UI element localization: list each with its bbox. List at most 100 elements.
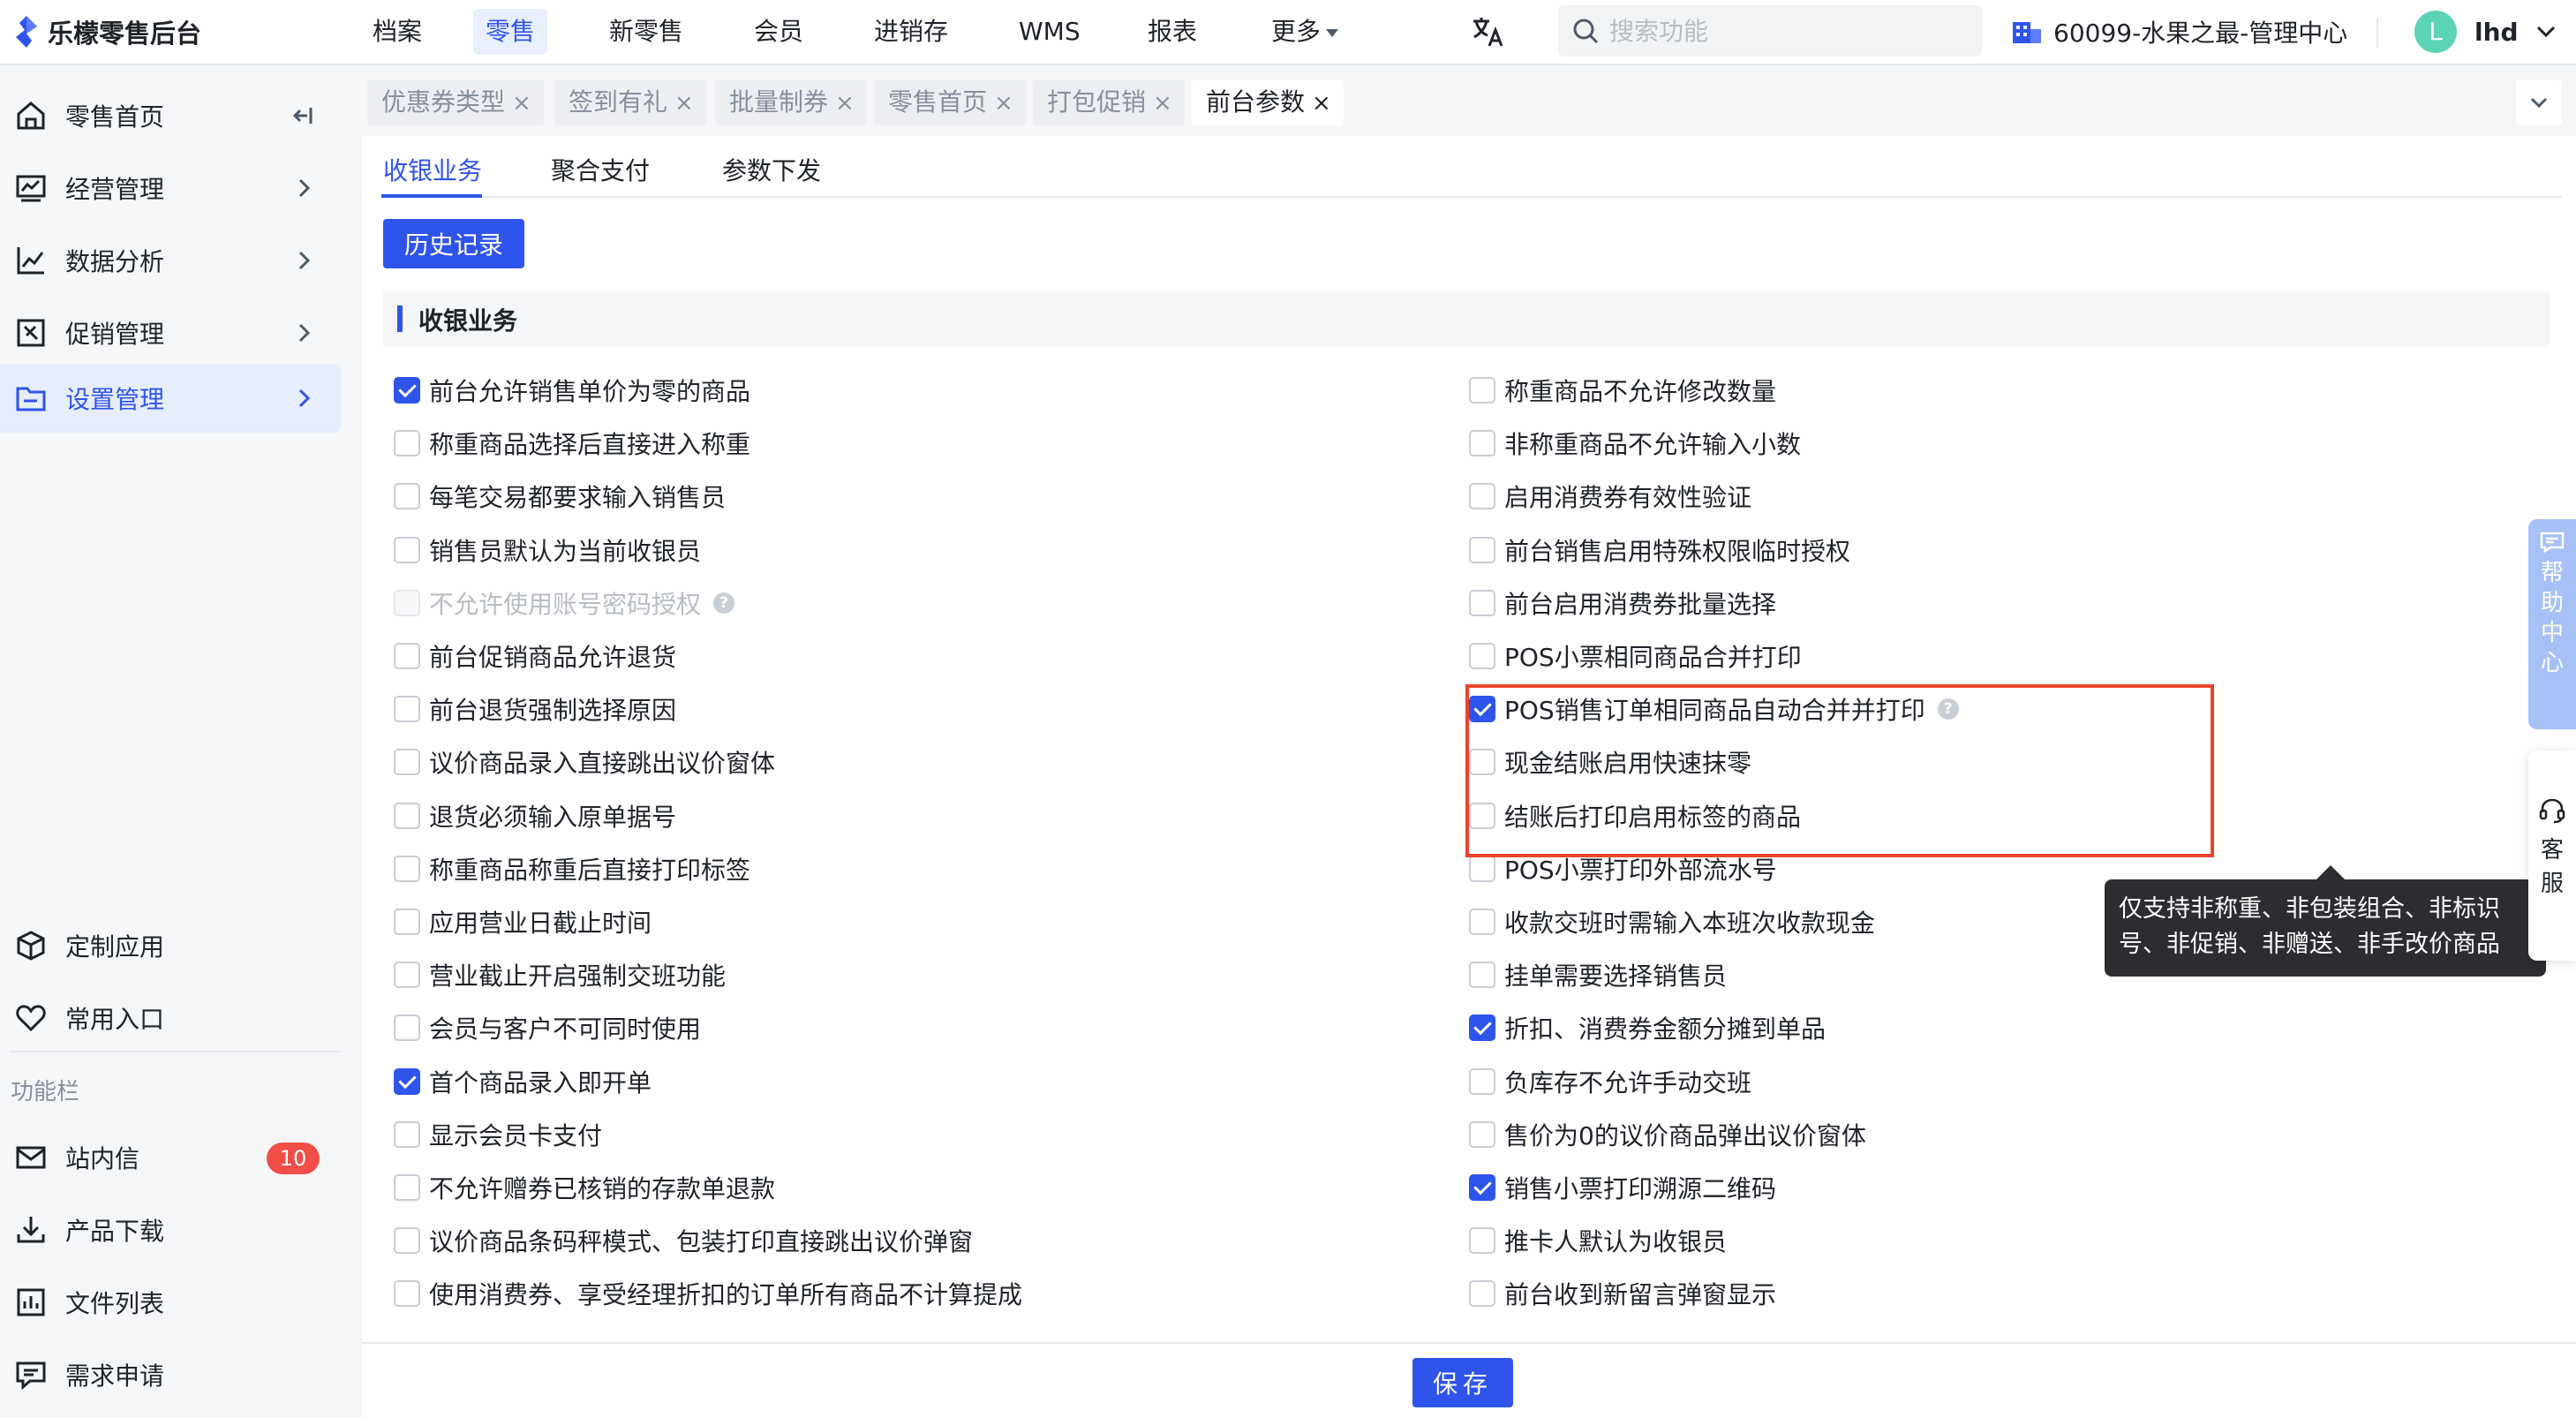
option-row[interactable]: 议价商品录入直接跳出议价窗体 (394, 743, 775, 781)
tab-cashier-business[interactable]: 收银业务 (383, 152, 482, 187)
page-tab-batch-coupon[interactable]: 批量制券 × (715, 79, 867, 125)
option-checkbox[interactable] (1469, 1014, 1495, 1041)
sidebar-item-promotion[interactable]: 促销管理 (0, 298, 341, 367)
history-button[interactable]: 历史记录 (383, 219, 524, 268)
option-checkbox[interactable] (394, 537, 420, 563)
page-tab-coupon-type[interactable]: 优惠券类型 × (367, 79, 544, 125)
option-row[interactable]: 负库存不允许手动交班 (1469, 1062, 1751, 1101)
option-checkbox[interactable] (394, 430, 420, 456)
option-row[interactable]: 会员与客户不可同时使用 (394, 1008, 701, 1047)
option-row[interactable]: 销售员默认为当前收银员 (394, 531, 701, 569)
option-checkbox[interactable] (394, 696, 420, 722)
option-checkbox[interactable] (1469, 430, 1495, 456)
option-checkbox[interactable] (394, 749, 420, 775)
option-checkbox[interactable] (1469, 377, 1495, 404)
option-row[interactable]: 前台促销商品允许退货 (394, 637, 676, 675)
option-checkbox[interactable] (1469, 856, 1495, 882)
option-checkbox[interactable] (394, 1014, 420, 1041)
sidebar-item-home[interactable]: 零售首页 (0, 81, 341, 150)
save-button[interactable]: 保存 (1412, 1358, 1513, 1407)
sidebar-item-files[interactable]: 文件列表 (0, 1268, 341, 1337)
topnav-item-lingshou[interactable]: 零售 (473, 9, 548, 55)
option-row[interactable]: 营业截止开启强制交班功能 (394, 955, 726, 994)
option-checkbox[interactable] (394, 1227, 420, 1254)
topnav-item-baobiao[interactable]: 报表 (1135, 9, 1209, 55)
store-selector[interactable]: 60099-水果之最-管理中心 (2011, 11, 2347, 53)
option-row[interactable]: 首个商品录入即开单 (394, 1062, 652, 1101)
sidebar-item-downloads[interactable]: 产品下载 (0, 1195, 341, 1264)
option-row[interactable]: 推卡人默认为收银员 (1469, 1221, 1727, 1260)
page-tab-bundle-promo[interactable]: 打包促销 × (1033, 79, 1185, 125)
page-tab-retail-home[interactable]: 零售首页 × (874, 79, 1026, 125)
brand[interactable]: 乐檬零售后台 (12, 14, 201, 49)
close-icon[interactable]: × (835, 80, 855, 126)
sidebar-item-messages[interactable]: 站内信 10 (0, 1123, 341, 1192)
option-row[interactable]: 使用消费券、享受经理折扣的订单所有商品不计算提成 (394, 1274, 1022, 1313)
option-checkbox[interactable] (1469, 590, 1495, 616)
option-row[interactable]: 收款交班时需输入本班次收款现金 (1469, 902, 1875, 941)
option-checkbox[interactable] (1469, 1121, 1495, 1148)
option-row[interactable]: 不允许赠券已核销的存款单退款 (394, 1168, 775, 1207)
tab-param-distribution[interactable]: 参数下发 (722, 152, 821, 187)
option-row[interactable]: 议价商品条码秤模式、包装打印直接跳出议价弹窗 (394, 1221, 973, 1260)
option-row[interactable]: 启用消费券有效性验证 (1469, 477, 1751, 516)
option-row[interactable]: 应用营业日截止时间 (394, 902, 652, 941)
option-row[interactable]: 非称重商品不允许输入小数 (1469, 424, 1801, 463)
close-icon[interactable]: × (512, 80, 531, 126)
collapse-sidebar-icon[interactable] (291, 102, 318, 129)
option-checkbox[interactable] (394, 962, 420, 988)
option-row[interactable]: 退货必须输入原单据号 (394, 796, 676, 835)
translate-icon[interactable] (1470, 14, 1505, 49)
option-row[interactable]: 售价为0的议价商品弹出议价窗体 (1469, 1115, 1866, 1154)
close-icon[interactable]: × (674, 80, 694, 126)
option-row[interactable]: 显示会员卡支付 (394, 1115, 602, 1154)
topnav-item-dangan[interactable]: 档案 (360, 9, 434, 55)
topnav-item-jinxiaocun[interactable]: 进销存 (862, 9, 960, 55)
topnav-item-xinlingshou[interactable]: 新零售 (597, 9, 696, 55)
topnav-item-more[interactable]: 更多 (1259, 9, 1351, 55)
option-checkbox[interactable] (394, 483, 420, 509)
option-row[interactable]: 前台启用消费券批量选择 (1469, 584, 1776, 622)
close-icon[interactable]: × (1312, 80, 1331, 126)
option-row[interactable]: POS小票相同商品合并打印 (1469, 637, 1802, 675)
sidebar-item-favorites[interactable]: 常用入口 (0, 984, 341, 1052)
option-checkbox[interactable] (394, 643, 420, 669)
option-checkbox[interactable] (1469, 1227, 1495, 1254)
option-checkbox[interactable] (1469, 537, 1495, 563)
tab-aggregate-payment[interactable]: 聚合支付 (551, 152, 650, 187)
customer-service-button[interactable]: 客服 (2528, 750, 2576, 961)
sidebar-item-operation[interactable]: 经营管理 (0, 154, 341, 223)
option-checkbox[interactable] (394, 1280, 420, 1307)
option-row[interactable]: 前台收到新留言弹窗显示 (1469, 1274, 1776, 1313)
option-checkbox[interactable] (1469, 1280, 1495, 1307)
user-menu[interactable]: L lhd (2414, 9, 2556, 55)
option-row[interactable]: 称重商品不允许修改数量 (1469, 371, 1776, 410)
option-checkbox[interactable] (394, 803, 420, 829)
page-tab-checkin-gift[interactable]: 签到有礼 × (554, 79, 706, 125)
option-row[interactable]: 前台销售启用特殊权限临时授权 (1469, 531, 1850, 569)
option-checkbox[interactable] (394, 909, 420, 935)
tabs-dropdown-button[interactable] (2516, 79, 2562, 125)
option-checkbox[interactable] (1469, 643, 1495, 669)
option-row[interactable]: 称重商品选择后直接进入称重 (394, 424, 750, 463)
topnav-item-wms[interactable]: WMS (1006, 9, 1093, 55)
close-icon[interactable]: × (1153, 80, 1172, 126)
option-checkbox[interactable] (394, 1174, 420, 1201)
option-row[interactable]: 挂单需要选择销售员 (1469, 955, 1727, 994)
help-center-button[interactable]: 帮助中心 (2528, 519, 2576, 729)
topnav-item-huiyuan[interactable]: 会员 (742, 9, 816, 55)
option-row[interactable]: 称重商品称重后直接打印标签 (394, 849, 750, 888)
option-checkbox[interactable] (1469, 483, 1495, 509)
option-checkbox[interactable] (1469, 909, 1495, 935)
option-checkbox[interactable] (394, 1121, 420, 1148)
option-checkbox[interactable] (1469, 1174, 1495, 1201)
sidebar-item-settings[interactable]: 设置管理 (0, 364, 341, 433)
option-checkbox[interactable] (1469, 1068, 1495, 1095)
option-checkbox[interactable] (394, 856, 420, 882)
option-row[interactable]: 销售小票打印溯源二维码 (1469, 1168, 1776, 1207)
option-row[interactable]: 折扣、消费券金额分摊到单品 (1469, 1008, 1826, 1047)
search-box[interactable] (1558, 5, 1982, 57)
option-checkbox[interactable] (394, 377, 420, 404)
option-checkbox[interactable] (1469, 962, 1495, 988)
page-tab-frontend-params[interactable]: 前台参数 × (1192, 79, 1344, 125)
